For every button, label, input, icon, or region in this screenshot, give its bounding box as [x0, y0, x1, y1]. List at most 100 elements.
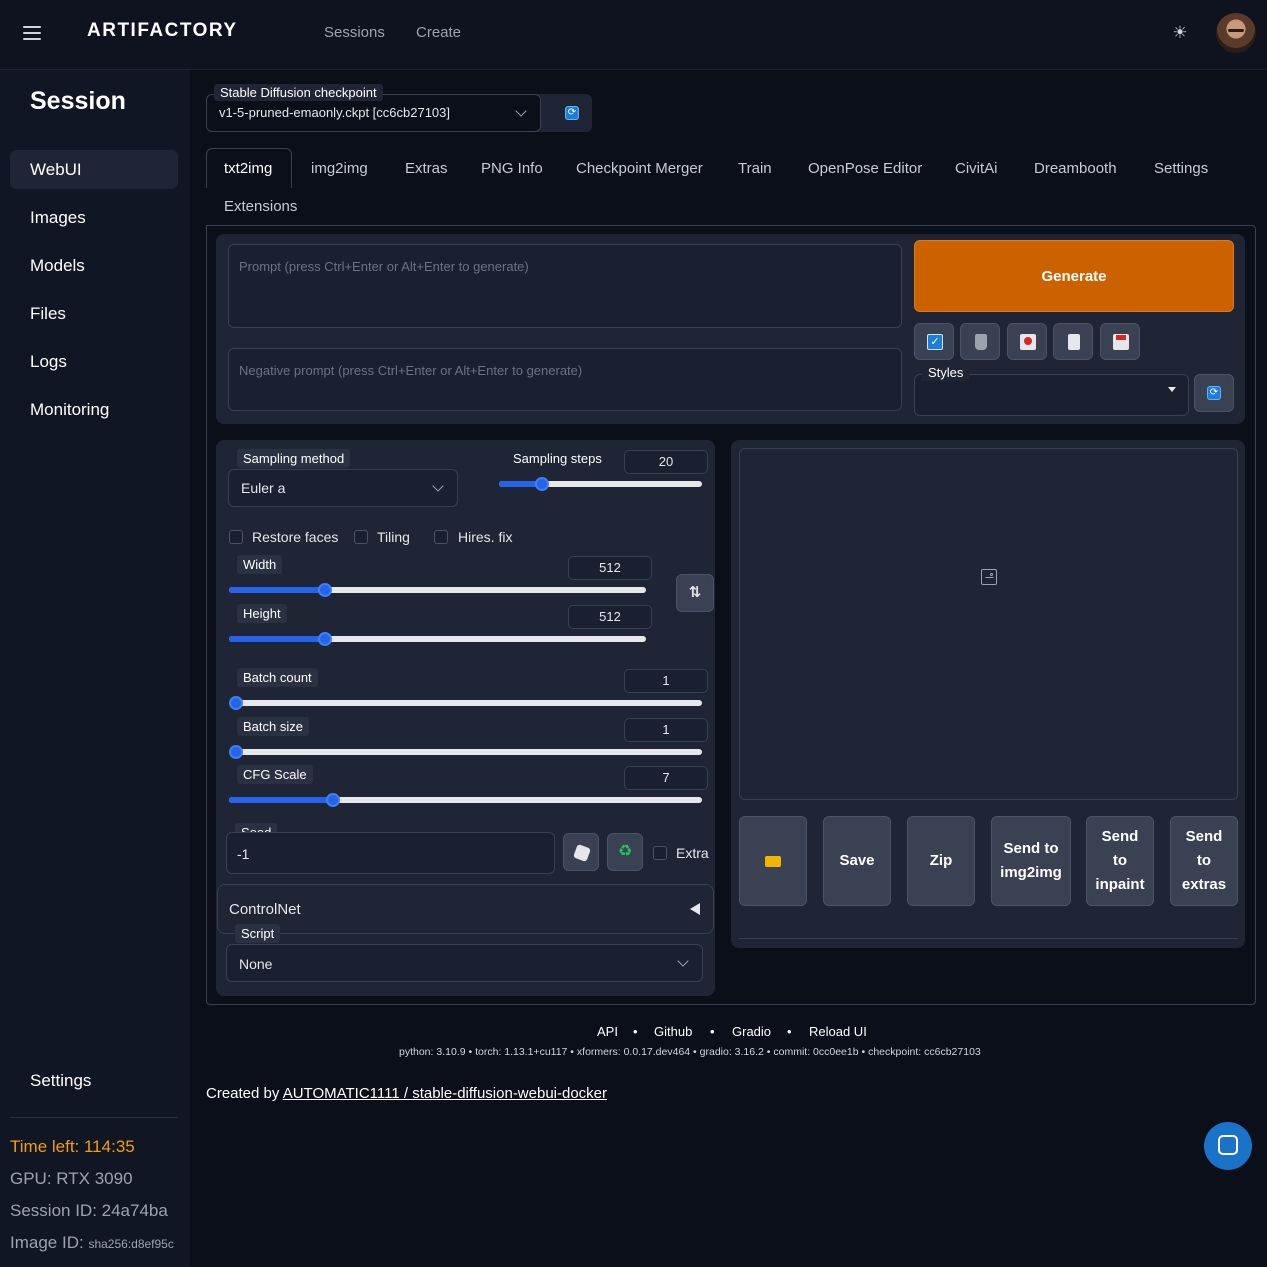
slider-handle[interactable]: [326, 793, 341, 807]
swap-dimensions-icon[interactable]: ⇅: [676, 574, 714, 612]
tab-train[interactable]: Train: [738, 160, 772, 177]
cfg-scale-input[interactable]: 7: [624, 766, 708, 790]
sidebar-divider: [10, 1117, 178, 1118]
sampling-steps-label: Sampling steps: [513, 451, 602, 466]
credit-prefix: Created by: [206, 1085, 283, 1102]
menu-icon[interactable]: [23, 26, 41, 40]
cfg-scale-slider[interactable]: [229, 793, 702, 807]
credit-text: Created by AUTOMATIC1111 / stable-diffus…: [206, 1085, 607, 1102]
sampling-steps-input[interactable]: 20: [624, 450, 708, 474]
batch-size-slider[interactable]: [229, 745, 702, 759]
save-style-button[interactable]: [1100, 323, 1140, 360]
checkmark-icon: ✓: [927, 334, 943, 350]
folder-icon: [765, 855, 781, 867]
refresh-checkpoint-icon[interactable]: ⟳: [565, 106, 579, 120]
prompt-input[interactable]: Prompt (press Ctrl+Enter or Alt+Enter to…: [228, 244, 902, 328]
avatar[interactable]: [1216, 13, 1256, 53]
sidebar-item-files[interactable]: Files: [10, 294, 178, 333]
slider-handle[interactable]: [317, 632, 332, 646]
tab-settings[interactable]: Settings: [1154, 160, 1208, 177]
tab-png-info[interactable]: PNG Info: [481, 160, 543, 177]
extra-networks-button[interactable]: [1007, 323, 1047, 360]
tab-dreambooth[interactable]: Dreambooth: [1034, 160, 1117, 177]
tab-extensions[interactable]: Extensions: [224, 198, 297, 215]
nav-create[interactable]: Create: [416, 24, 461, 41]
sidebar-item-models[interactable]: Models: [10, 246, 178, 285]
extra-seed-label: Extra: [676, 845, 709, 861]
batch-size-input[interactable]: 1: [624, 718, 708, 742]
footer-link-gradio[interactable]: Gradio: [732, 1024, 771, 1039]
version-info: python: 3.10.9 • torch: 1.13.1+cu117 • x…: [399, 1046, 981, 1058]
slider-fill: [229, 797, 334, 803]
sidebar-item-webui[interactable]: WebUI: [10, 150, 178, 189]
script-select[interactable]: None: [226, 944, 703, 982]
sidebar-item-monitoring[interactable]: Monitoring: [10, 390, 178, 429]
hires-fix-label: Hires. fix: [458, 529, 513, 545]
session-id: Session ID: 24a74ba: [10, 1201, 168, 1220]
open-folder-button[interactable]: [739, 816, 807, 906]
generate-button[interactable]: Generate: [914, 240, 1234, 312]
gpu-info: GPU: RTX 3090: [10, 1169, 133, 1188]
tab-openpose-editor[interactable]: OpenPose Editor: [808, 160, 922, 177]
height-slider[interactable]: [229, 632, 646, 646]
batch-count-slider[interactable]: [229, 696, 702, 710]
footer-link-api[interactable]: API: [597, 1024, 618, 1039]
seed-input[interactable]: -1: [226, 832, 555, 874]
slider-handle[interactable]: [229, 745, 243, 759]
slider-handle[interactable]: [534, 477, 549, 491]
card-icon: [1020, 334, 1036, 350]
sidebar-item-images[interactable]: Images: [10, 198, 178, 237]
footer-sep: •: [710, 1024, 715, 1039]
send-to-inpaint-button[interactable]: Send to inpaint: [1086, 816, 1154, 906]
slider-fill: [229, 587, 325, 593]
footer-link-github[interactable]: Github: [654, 1024, 692, 1039]
slider-handle[interactable]: [229, 696, 243, 710]
refresh-styles-button[interactable]: ⟳: [1194, 374, 1234, 412]
clear-prompt-button[interactable]: [960, 323, 1000, 360]
tab-civitai[interactable]: CivitAi: [955, 160, 998, 177]
footer-link-reload-ui[interactable]: Reload UI: [809, 1024, 867, 1039]
theme-toggle-icon[interactable]: ☀: [1171, 24, 1189, 42]
paste-button[interactable]: [1053, 323, 1093, 360]
sampling-steps-slider[interactable]: [499, 477, 702, 491]
nav-sessions[interactable]: Sessions: [324, 24, 385, 41]
slider-fill: [229, 636, 325, 642]
height-input[interactable]: 512: [568, 605, 652, 629]
chat-button[interactable]: [1204, 1122, 1252, 1170]
send-to-extras-button[interactable]: Send to extras: [1170, 816, 1238, 906]
top-bar: ARTIFACTORY Sessions Create ☀: [0, 0, 1267, 70]
sidebar-item-logs[interactable]: Logs: [10, 342, 178, 381]
tab-img2img[interactable]: img2img: [311, 160, 368, 177]
styles-label: Styles: [922, 364, 970, 381]
chat-icon: [1218, 1135, 1238, 1155]
width-slider[interactable]: [229, 583, 646, 597]
checkpoint-label: Stable Diffusion checkpoint: [214, 84, 383, 101]
sampling-method-select[interactable]: Euler a: [228, 469, 458, 507]
negative-prompt-input[interactable]: Negative prompt (press Ctrl+Enter or Alt…: [228, 348, 902, 411]
collapse-triangle-icon[interactable]: [690, 903, 700, 915]
save-button[interactable]: Save: [823, 816, 891, 906]
controlnet-title: ControlNet: [229, 901, 301, 918]
random-seed-button[interactable]: [563, 833, 599, 871]
slider-handle[interactable]: [317, 583, 332, 597]
batch-count-input[interactable]: 1: [624, 669, 708, 693]
recycle-seed-icon[interactable]: ♻: [607, 833, 643, 871]
app-logo[interactable]: ARTIFACTORY: [87, 20, 238, 42]
tab-checkpoint-merger[interactable]: Checkpoint Merger: [576, 160, 703, 177]
extra-seed-checkbox[interactable]: [653, 846, 667, 860]
send-to-img2img-button[interactable]: Send to img2img: [991, 816, 1071, 906]
sampling-method-label: Sampling method: [237, 449, 351, 468]
credit-link[interactable]: AUTOMATIC1111 / stable-diffusion-webui-d…: [283, 1085, 607, 1102]
zip-button[interactable]: Zip: [907, 816, 975, 906]
width-input[interactable]: 512: [568, 556, 652, 580]
restore-faces-checkbox[interactable]: [229, 530, 243, 544]
tab-extras[interactable]: Extras: [405, 160, 448, 177]
dice-icon: [573, 844, 591, 862]
tiling-checkbox[interactable]: [354, 530, 368, 544]
batch-size-label: Batch size: [237, 717, 309, 736]
footer-sep: •: [633, 1024, 638, 1039]
tab-txt2img[interactable]: txt2img: [224, 160, 272, 177]
hires-fix-checkbox[interactable]: [434, 530, 448, 544]
interrupt-button[interactable]: ✓: [914, 323, 954, 360]
sidebar-item-settings[interactable]: Settings: [10, 1061, 178, 1100]
